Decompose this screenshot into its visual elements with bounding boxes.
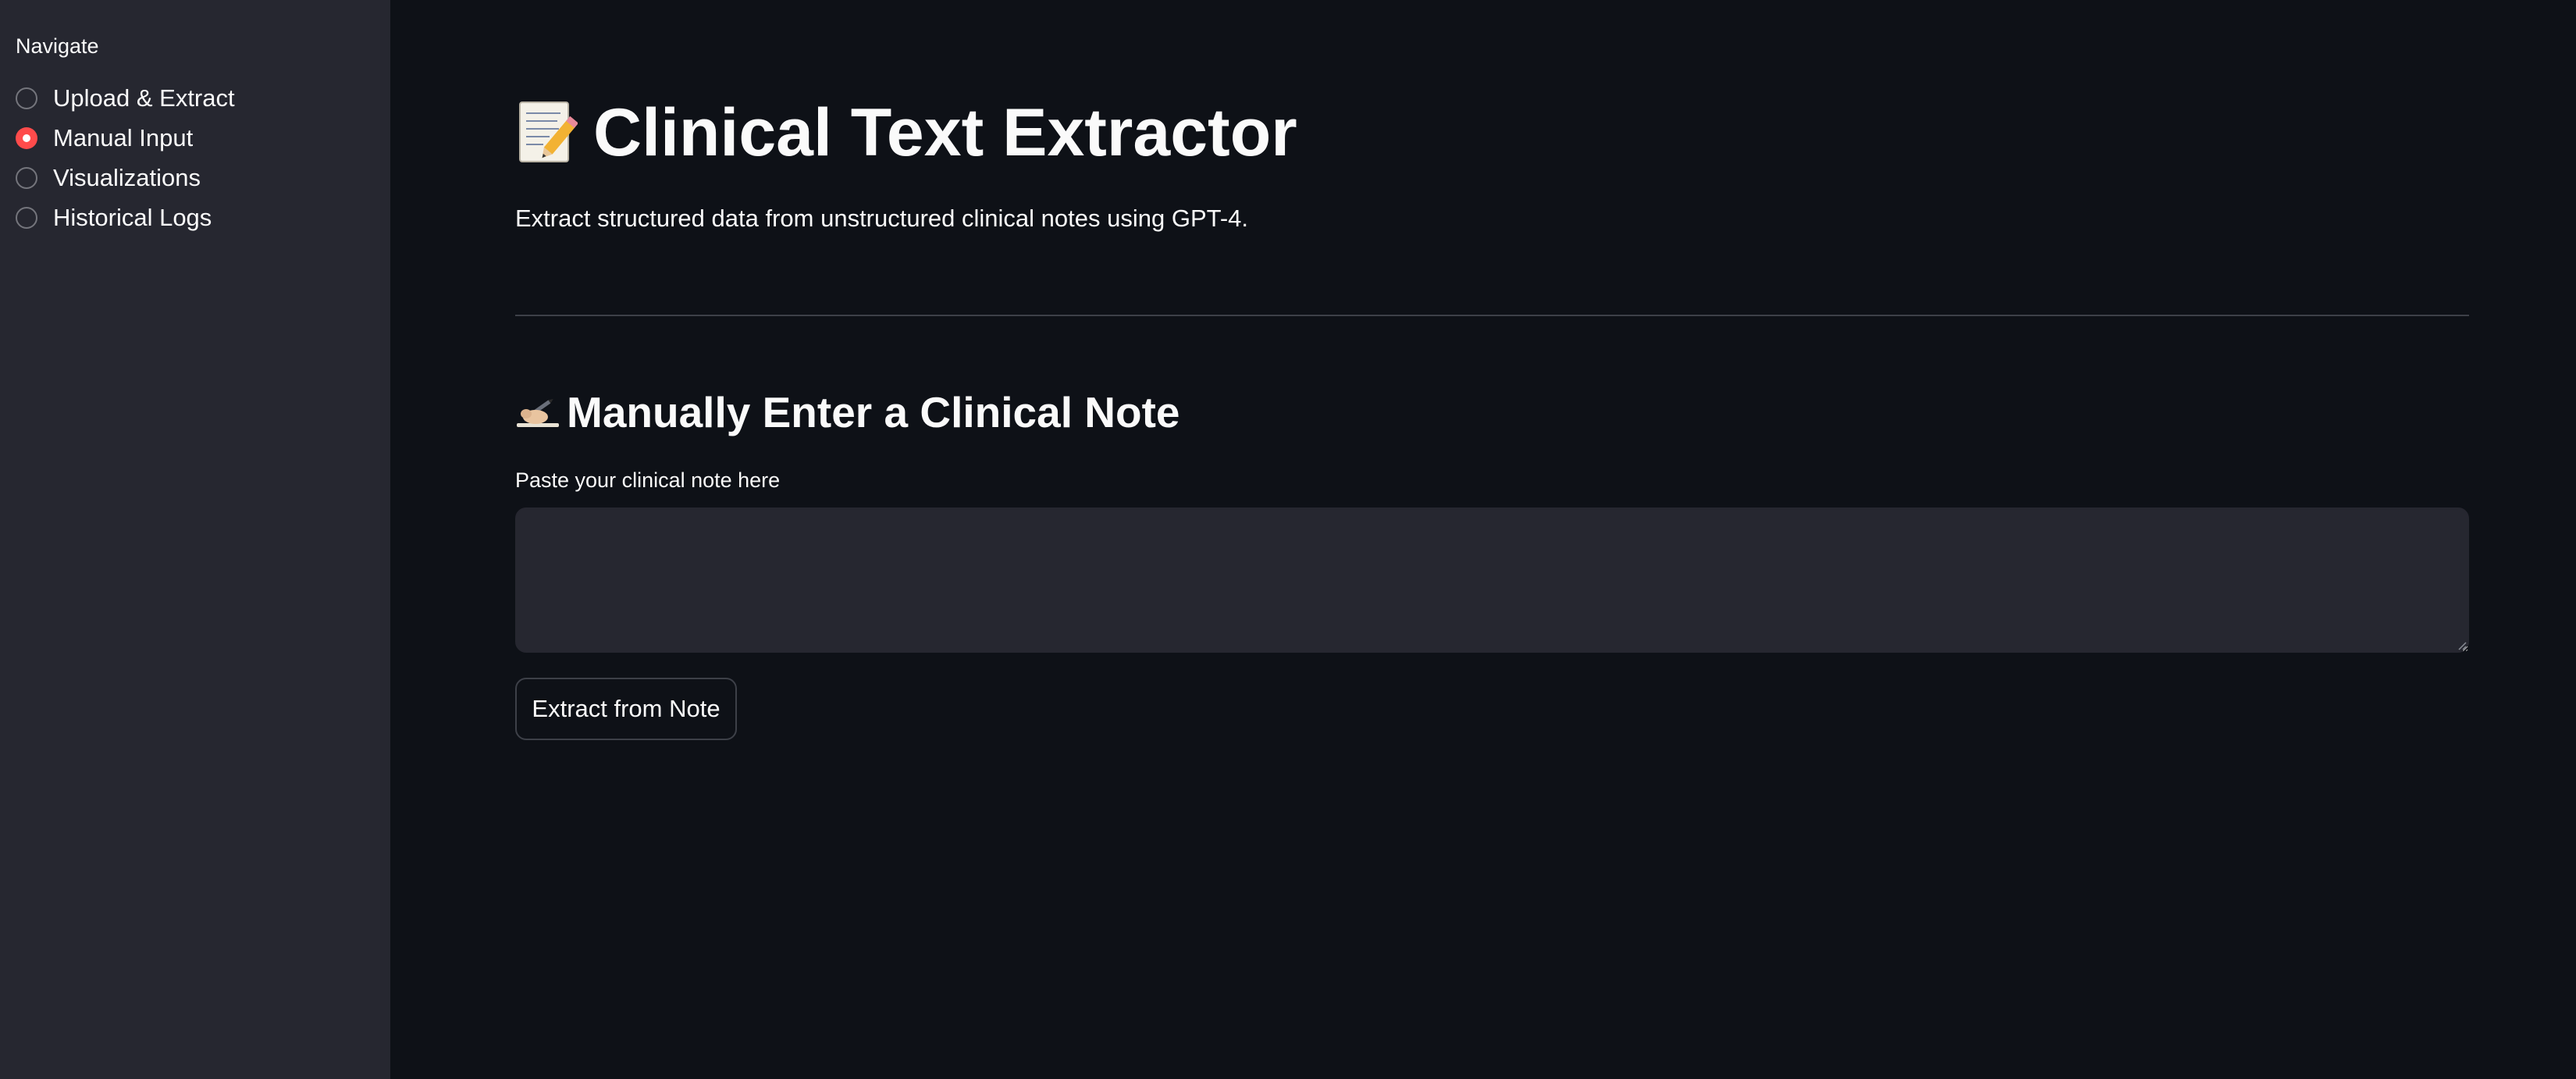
radio-button-unselected-icon[interactable]: [16, 206, 37, 229]
clinical-note-textarea[interactable]: [515, 507, 2469, 653]
radio-option-manual-input[interactable]: Manual Input: [16, 118, 235, 158]
writing-hand-icon: [515, 392, 560, 433]
main-content: Clinical Text Extractor Extract structur…: [390, 0, 2576, 1079]
extract-from-note-button[interactable]: Extract from Note: [515, 678, 737, 740]
radio-button-unselected-icon[interactable]: [16, 166, 37, 189]
app-window: Navigate Upload & Extract Manual Input V…: [0, 0, 2576, 1079]
page-title: Clinical Text Extractor: [593, 94, 1297, 170]
section-heading-row: Manually Enter a Clinical Note: [515, 381, 1179, 443]
sidebar: Navigate Upload & Extract Manual Input V…: [0, 0, 390, 1079]
page-subtitle: Extract structured data from unstructure…: [515, 205, 1249, 232]
section-heading: Manually Enter a Clinical Note: [567, 388, 1180, 436]
page-title-row: Clinical Text Extractor: [515, 86, 1297, 180]
radio-option-label: Upload & Extract: [53, 84, 235, 112]
sidebar-nav-label: Navigate: [16, 34, 99, 58]
resize-grip-icon[interactable]: [2457, 640, 2467, 650]
section-divider: [515, 315, 2469, 316]
memo-icon: [515, 99, 579, 166]
navigation-radio-group: Upload & Extract Manual Input Visualizat…: [16, 78, 235, 237]
radio-option-upload-extract[interactable]: Upload & Extract: [16, 78, 235, 118]
radio-option-label: Manual Input: [53, 123, 194, 151]
radio-option-label: Historical Logs: [53, 203, 212, 231]
radio-button-selected-icon[interactable]: [16, 126, 37, 149]
radio-option-label: Visualizations: [53, 163, 201, 191]
radio-button-unselected-icon[interactable]: [16, 87, 37, 109]
radio-option-historical-logs[interactable]: Historical Logs: [16, 198, 235, 237]
radio-option-visualizations[interactable]: Visualizations: [16, 158, 235, 198]
note-textarea-label: Paste your clinical note here: [515, 468, 781, 492]
